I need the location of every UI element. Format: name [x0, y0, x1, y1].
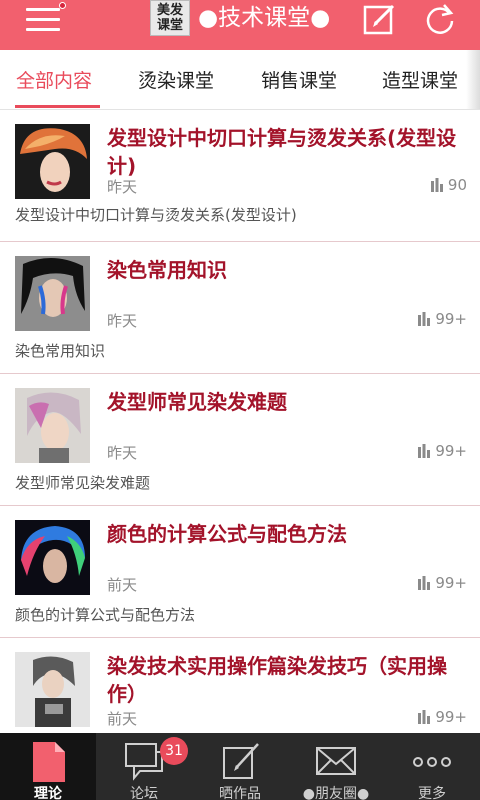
nav-label: 论坛: [130, 786, 158, 800]
refresh-button[interactable]: [422, 2, 458, 36]
article-time: 昨天: [107, 312, 138, 330]
article-description: 颜色的计算公式与配色方法: [15, 606, 196, 624]
article-list: 发型设计中切口计算与烫发关系(发型设计) 昨天 90 发型设计中切口计算与烫发关…: [0, 110, 480, 733]
article-description: 染色常用知识: [15, 342, 106, 360]
view-count-value: 99+: [435, 442, 467, 460]
article-title[interactable]: 发型设计中切口计算与烫发关系(发型设计): [107, 124, 469, 180]
list-item[interactable]: 染色常用知识 昨天 99+ 染色常用知识: [0, 242, 480, 374]
views-bar-icon: [418, 576, 431, 590]
nav-forum[interactable]: 31 论坛: [96, 733, 192, 800]
logo-text-line1: 美发: [156, 3, 183, 18]
tab-sales[interactable]: 销售课堂: [261, 50, 337, 109]
compose-button[interactable]: [362, 2, 398, 36]
tab-perm-dye[interactable]: 烫染课堂: [138, 50, 214, 109]
view-count: 99+: [417, 442, 467, 460]
tab-all-content[interactable]: 全部内容: [16, 50, 92, 109]
nav-label: 理论: [34, 786, 62, 800]
notification-dot: [59, 2, 66, 9]
article-thumbnail: [15, 652, 90, 727]
app-header: 美发 课堂 ●技术课堂●: [0, 0, 480, 50]
nav-label: ●朋友圈●: [302, 786, 370, 800]
active-tab-indicator: [15, 105, 100, 108]
nav-label: 更多: [418, 786, 446, 800]
envelope-icon: [316, 747, 356, 775]
view-count-value: 90: [447, 176, 467, 194]
article-thumbnail: [15, 256, 90, 331]
article-time: 前天: [107, 576, 138, 594]
article-time: 昨天: [107, 444, 138, 462]
nav-showcase[interactable]: 晒作品: [192, 733, 288, 800]
article-title[interactable]: 染发技术实用操作篇染发技巧（实用操作）: [107, 652, 469, 708]
view-count: 90: [430, 176, 467, 194]
article-description: 发型设计中切口计算与烫发关系(发型设计): [15, 206, 297, 224]
bottom-nav: 理论 31 论坛 晒作品 ●朋友圈● 更多: [0, 733, 480, 800]
views-bar-icon: [418, 710, 431, 724]
views-bar-icon: [418, 444, 431, 458]
article-description: 发型师常见染发难题: [15, 474, 151, 492]
list-item[interactable]: 颜色的计算公式与配色方法 前天 99+ 颜色的计算公式与配色方法: [0, 506, 480, 638]
unread-badge: 31: [160, 737, 188, 765]
list-item[interactable]: 染发技术实用操作篇染发技巧（实用操作） 前天 99+: [0, 638, 480, 733]
more-icon: [413, 757, 451, 767]
view-count-value: 99+: [435, 708, 467, 726]
view-count-value: 99+: [435, 574, 467, 592]
view-count: 99+: [417, 310, 467, 328]
list-item[interactable]: 发型师常见染发难题 昨天 99+ 发型师常见染发难题: [0, 374, 480, 506]
nav-friends[interactable]: ●朋友圈●: [288, 733, 384, 800]
article-time: 前天: [107, 710, 138, 728]
article-title[interactable]: 染色常用知识: [107, 256, 469, 284]
logo-text-line2: 课堂: [156, 18, 183, 33]
view-count: 99+: [417, 708, 467, 726]
compose-icon: [363, 4, 395, 35]
nav-theory[interactable]: 理论: [0, 733, 96, 800]
article-thumbnail: [15, 388, 90, 463]
tabs-scroll-fade: [466, 50, 480, 109]
nav-more[interactable]: 更多: [384, 733, 480, 800]
article-title[interactable]: 发型师常见染发难题: [107, 388, 469, 416]
article-thumbnail: [15, 124, 90, 199]
menu-button[interactable]: [22, 2, 66, 36]
page-title: ●技术课堂●: [198, 5, 331, 31]
nav-label: 晒作品: [219, 786, 261, 800]
view-count: 99+: [417, 574, 467, 592]
edit-icon: [223, 743, 259, 779]
views-bar-icon: [430, 178, 443, 192]
article-time: 昨天: [107, 178, 138, 196]
tab-styling[interactable]: 造型课堂: [382, 50, 458, 109]
refresh-icon: [426, 4, 454, 34]
views-bar-icon: [418, 312, 431, 326]
view-count-value: 99+: [435, 310, 467, 328]
article-thumbnail: [15, 520, 90, 595]
list-item[interactable]: 发型设计中切口计算与烫发关系(发型设计) 昨天 90 发型设计中切口计算与烫发关…: [0, 110, 480, 242]
article-title[interactable]: 颜色的计算公式与配色方法: [107, 520, 469, 548]
document-icon: [33, 742, 65, 782]
app-logo: 美发 课堂: [150, 0, 190, 36]
category-tabs: 全部内容 烫染课堂 销售课堂 造型课堂: [0, 50, 480, 110]
